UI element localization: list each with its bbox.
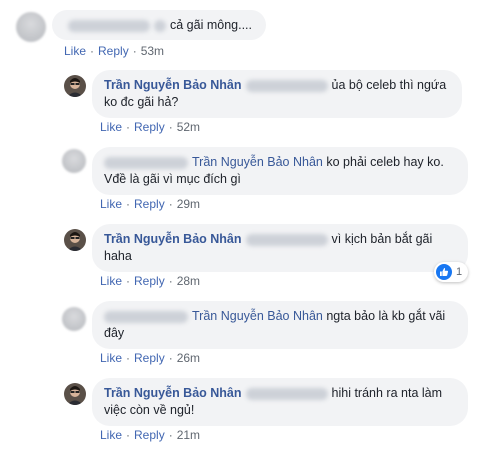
reply-link[interactable]: Reply [134, 428, 165, 442]
reply-link[interactable]: Reply [134, 120, 165, 134]
comment-actions: Like · Reply · 21m [100, 428, 201, 442]
comment-text-line1: ngta bảo là kb gắt vãi [326, 309, 446, 323]
comment-text-line1: vì kịch bản bắt gãi [331, 232, 433, 246]
reaction-badge[interactable]: 1 [434, 262, 469, 282]
timestamp[interactable]: 52m [177, 120, 200, 134]
comment-text-line2: việc còn về ngủ! [104, 403, 195, 417]
comment-bubble: Trần Nguyễn Bảo Nhân ko phải celeb hay k… [92, 147, 468, 195]
comment-text-line1: ủa bộ celeb thì ngứa [331, 78, 447, 92]
timestamp[interactable]: 28m [177, 274, 200, 288]
avatar[interactable] [62, 149, 86, 173]
comment-text: cả gãi mông.... [170, 18, 252, 32]
comment-text-line2: haha [104, 249, 132, 263]
comment-text-line2: ko đc gãi hả? [104, 95, 179, 109]
avatar[interactable] [62, 307, 86, 331]
reply-comment: Trần Nguyễn Bảo Nhân ko phải celeb hay k… [0, 143, 503, 215]
reply-link[interactable]: Reply [134, 274, 165, 288]
comment-text-line1: hihi tránh ra nta làm [331, 386, 443, 400]
timestamp[interactable]: 26m [177, 351, 200, 365]
comment-bubble: Trần Nguyễn Bảo Nhân hihi tránh ra nta là… [92, 378, 468, 426]
reply-comment: Trần Nguyễn Bảo Nhân hihi tránh ra nta là… [0, 374, 503, 446]
like-link[interactable]: Like [100, 428, 122, 442]
reply-comment: Trần Nguyễn Bảo Nhân ủa bộ celeb thì ngứa… [0, 66, 503, 138]
reply-comment: Trần Nguyễn Bảo Nhân vì kịch bản bắt gãi … [0, 220, 503, 292]
comment-bubble: cả gãi mông.... [52, 10, 266, 40]
reply-link[interactable]: Reply [98, 44, 129, 58]
avatar[interactable] [64, 383, 86, 405]
like-link[interactable]: Like [100, 351, 122, 365]
comment-actions: Like · Reply · 28m [100, 274, 201, 288]
comment-text-line2: Vđề là gãi vì mục đích gì [104, 172, 241, 186]
comment-actions: Like · Reply · 29m [100, 197, 201, 211]
comment-text-line1: ko phải celeb hay ko. [326, 155, 444, 169]
blurred-mention[interactable] [104, 156, 188, 169]
avatar[interactable] [16, 12, 46, 42]
avatar[interactable] [64, 229, 86, 251]
like-link[interactable]: Like [64, 44, 86, 58]
blurred-mention[interactable] [245, 233, 328, 246]
timestamp[interactable]: 29m [177, 197, 200, 211]
reaction-count: 1 [456, 266, 463, 278]
author-name[interactable]: Trần Nguyễn Bảo Nhân [192, 155, 323, 169]
timestamp[interactable]: 53m [141, 44, 164, 58]
blurred-mention[interactable] [104, 310, 188, 323]
reply-link[interactable]: Reply [134, 197, 165, 211]
comment-bubble: Trần Nguyễn Bảo Nhân vì kịch bản bắt gãi … [92, 224, 468, 272]
comment-actions: Like · Reply · 26m [100, 351, 201, 365]
comment-bubble: Trần Nguyễn Bảo Nhân ngta bảo là kb gắt … [92, 301, 468, 349]
timestamp[interactable]: 21m [177, 428, 200, 442]
author-name[interactable]: Trần Nguyễn Bảo Nhân [104, 78, 242, 92]
comment-actions: Like · Reply · 52m [100, 120, 201, 134]
author-name[interactable]: Trần Nguyễn Bảo Nhân [192, 309, 323, 323]
comment-top: cả gãi mông.... Like · Reply · 53m [0, 0, 503, 60]
thumbs-up-icon [436, 264, 452, 280]
author-name[interactable]: Trần Nguyễn Bảo Nhân [104, 232, 242, 246]
reply-link[interactable]: Reply [134, 351, 165, 365]
avatar[interactable] [64, 75, 86, 97]
comment-bubble: Trần Nguyễn Bảo Nhân ủa bộ celeb thì ngứa… [92, 70, 462, 118]
like-link[interactable]: Like [100, 274, 122, 288]
author-name[interactable]: Trần Nguyễn Bảo Nhân [104, 386, 242, 400]
blurred-mention[interactable] [245, 79, 328, 92]
like-link[interactable]: Like [100, 120, 122, 134]
blurred-author[interactable] [68, 19, 150, 32]
comment-actions: Like · Reply · 53m [64, 44, 165, 58]
blurred-mention[interactable] [245, 387, 328, 400]
reply-comment: Trần Nguyễn Bảo Nhân ngta bảo là kb gắt … [0, 297, 503, 369]
like-link[interactable]: Like [100, 197, 122, 211]
comment-text-line2: đây [104, 326, 125, 340]
